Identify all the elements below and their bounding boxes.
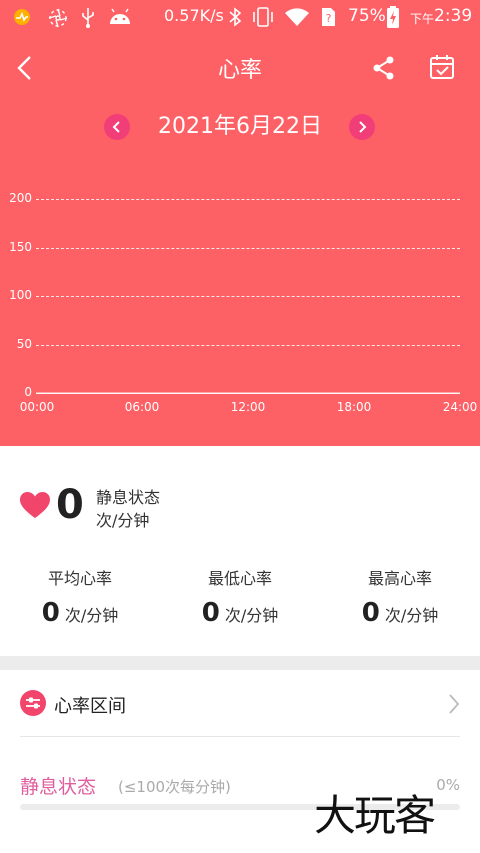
current-heart-rate: 0 [56, 482, 84, 528]
x-tick-label: 24:00 [442, 400, 478, 414]
zone-name: 静息状态 [20, 776, 97, 798]
clock: 2:39 [434, 6, 473, 26]
y-tick-label: 200 [9, 191, 32, 205]
zones-divider [20, 736, 460, 737]
chevron-right-icon [449, 694, 460, 714]
prev-day-button[interactable] [104, 114, 130, 140]
battery-percent: 75% [348, 6, 386, 26]
bluetooth-icon [229, 7, 242, 27]
share-icon[interactable] [372, 55, 396, 81]
x-tick-label: 18:00 [336, 400, 372, 414]
x-tick-label: 06:00 [124, 400, 160, 414]
y-tick-label: 0 [24, 385, 32, 399]
y-tick-label: 150 [9, 240, 32, 254]
stat-number: 0 [361, 598, 380, 628]
page-title: 心率 [217, 58, 262, 83]
battery-charging-icon [387, 6, 399, 28]
x-tick-label: 00:00 [19, 400, 55, 414]
network-speed: 0.57K/s [164, 6, 224, 25]
stat-unit: 次/分钟 [224, 606, 279, 625]
stat-unit: 次/分钟 [64, 606, 119, 625]
avg-value: 0 次/分钟 [10, 598, 150, 628]
max-label: 最高心率 [367, 569, 432, 588]
vibrate-icon [253, 7, 273, 27]
chevron-right-icon [359, 121, 367, 133]
chart-plot-area [36, 392, 460, 394]
min-label: 最低心率 [207, 569, 272, 588]
current-date[interactable]: 2021年6月22日 [140, 112, 340, 142]
svg-text:?: ? [326, 12, 332, 25]
watermark: 大玩客 [314, 791, 436, 840]
app-notification-icon [14, 9, 30, 25]
wifi-icon [285, 8, 309, 26]
max-value: 0 次/分钟 [330, 598, 470, 628]
current-unit: 次/分钟 [96, 511, 150, 530]
heart-icon [20, 492, 50, 518]
min-value: 0 次/分钟 [170, 598, 310, 628]
status-bar: 0.57K/s ? 75% 下午 2:39 [0, 0, 480, 34]
zones-header[interactable]: 心率区间 [0, 670, 480, 736]
stat-unit: 次/分钟 [384, 606, 439, 625]
x-tick-label: 12:00 [230, 400, 266, 414]
next-day-button[interactable] [349, 114, 375, 140]
time-prefix: 下午 [410, 12, 435, 26]
avg-label: 平均心率 [47, 569, 112, 588]
android-icon [110, 8, 130, 24]
stat-number: 0 [41, 598, 60, 628]
sliders-icon [20, 690, 46, 716]
usb-icon [82, 8, 94, 28]
pinwheel-icon [48, 8, 68, 28]
stat-number: 0 [201, 598, 220, 628]
sim-unknown-icon: ? [322, 8, 335, 26]
y-tick-label: 50 [16, 337, 32, 351]
y-tick-label: 100 [9, 288, 32, 302]
date-navigator: 2021年6月22日 [0, 112, 480, 142]
current-state: 静息状态 [96, 488, 161, 507]
chevron-left-icon [112, 121, 120, 133]
section-divider [0, 656, 480, 670]
zones-title: 心率区间 [54, 696, 126, 717]
zone-range: (≤100次每分钟) [118, 778, 231, 796]
calendar-check-icon[interactable] [428, 53, 456, 81]
